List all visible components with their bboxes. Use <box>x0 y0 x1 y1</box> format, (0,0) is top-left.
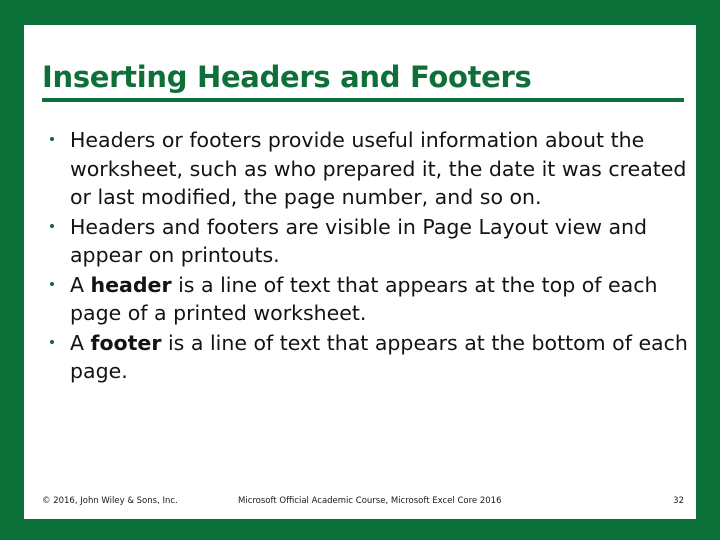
slide-frame: Inserting Headers and Footers Headers or… <box>0 0 720 540</box>
list-item-text: Headers and footers are visible in Page … <box>70 215 647 268</box>
text-run: A <box>70 272 91 297</box>
bullet-dot-icon <box>50 281 54 286</box>
slide-content-area: Inserting Headers and Footers Headers or… <box>24 25 696 519</box>
list-item: A footer is a line of text that appears … <box>42 329 690 386</box>
text-run: A <box>70 330 91 355</box>
list-item: Headers and footers are visible in Page … <box>42 213 690 270</box>
emphasis-term: footer <box>90 330 162 355</box>
page-title: Inserting Headers and Footers <box>42 60 532 94</box>
slide-footer: © 2016, John Wiley & Sons, Inc. Microsof… <box>42 496 684 510</box>
footer-copyright: © 2016, John Wiley & Sons, Inc. <box>42 496 178 506</box>
title-underline-rule <box>42 98 684 103</box>
text-run: Headers or footers provide useful inform… <box>70 128 687 209</box>
list-item: Headers or footers provide useful inform… <box>42 126 690 212</box>
footer-course-title: Microsoft Official Academic Course, Micr… <box>238 496 502 506</box>
bullet-dot-icon <box>50 137 54 141</box>
text-run: Headers and footers are visible in Page … <box>70 214 648 268</box>
footer-page-number: 32 <box>673 496 684 506</box>
text-run: is a line of text that appears at the bo… <box>70 330 688 384</box>
body-block: Headers or footers provide useful inform… <box>42 126 690 387</box>
list-item-text: A footer is a line of text that appears … <box>70 331 688 384</box>
bullet-list: Headers or footers provide useful inform… <box>42 126 690 386</box>
bullet-dot-icon <box>50 223 54 228</box>
list-item-text: Headers or footers provide useful inform… <box>70 128 686 209</box>
emphasis-term: header <box>90 272 172 297</box>
list-item-text: A header is a line of text that appears … <box>70 273 657 326</box>
bullet-dot-icon <box>50 339 54 344</box>
list-item: A header is a line of text that appears … <box>42 271 690 328</box>
title-block: Inserting Headers and Footers <box>42 60 684 103</box>
